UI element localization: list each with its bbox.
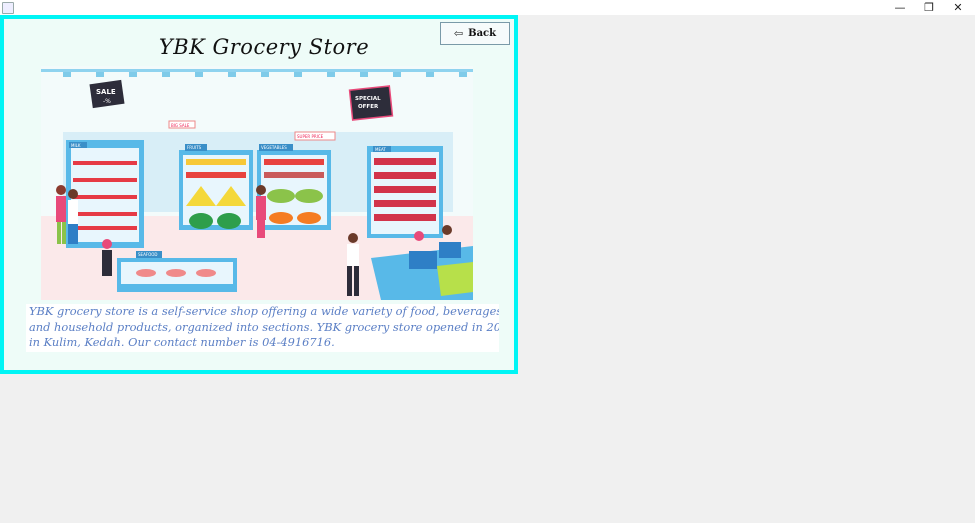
special-sign-text: SPECIAL	[355, 96, 381, 102]
description-line-2: and household products, organized into s…	[29, 319, 499, 334]
milk-sign: MILK	[71, 143, 81, 148]
description-line-3: in Kulim, Kedah. Our contact number is 0…	[29, 335, 335, 349]
meat-sign: MEAT	[375, 147, 386, 152]
vegetables-sign: VEGETABLES	[261, 145, 287, 150]
sale-sign-sub: -%	[103, 98, 111, 105]
description-line-1: YBK grocery store is a self-service shop…	[29, 304, 499, 318]
special-offer-sign: SPECIAL OFFER	[348, 85, 394, 121]
meat-shelf: MEAT	[367, 146, 443, 238]
super-price-sign: SUPER PRICE	[297, 134, 324, 139]
offer-sign-text: OFFER	[358, 104, 379, 110]
sale-sign-text: SALE	[96, 88, 116, 96]
fruits-counter: FRUITS	[179, 144, 253, 230]
back-button[interactable]: ⇦ Back	[440, 22, 510, 45]
sale-sign: SALE -%	[89, 79, 125, 109]
window-titlebar: — ❐ ✕	[0, 0, 975, 15]
store-panel: YBK Grocery Store ⇦ Back SALE -% SPECIAL	[0, 15, 518, 374]
seafood-sign: SEAFOOD	[138, 252, 157, 257]
store-description: YBK grocery store is a self-service shop…	[26, 304, 499, 352]
arrow-left-icon: ⇦	[453, 27, 464, 40]
java-app-icon	[2, 2, 14, 14]
restore-button[interactable]: ❐	[914, 0, 944, 15]
grocery-store-illustration: SALE -% SPECIAL OFFER BIG SALE SUPER PRI…	[41, 66, 473, 300]
minimize-button[interactable]: —	[885, 0, 915, 15]
vegetables-counter: VEGETABLES	[257, 144, 331, 230]
close-button[interactable]: ✕	[943, 0, 973, 15]
big-sale-sign: BIG SALE	[171, 123, 190, 128]
back-label: Back	[468, 28, 497, 39]
fruits-sign: FRUITS	[187, 145, 202, 150]
